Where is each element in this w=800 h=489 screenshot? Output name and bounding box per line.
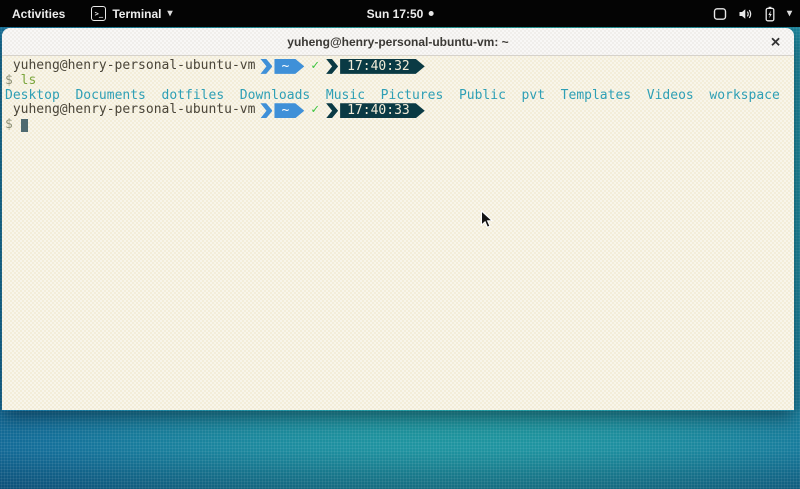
mouse-cursor-icon [480, 210, 494, 230]
command-line: $ ls [5, 74, 794, 89]
directory-name: Documents [75, 89, 145, 104]
directory-name: Pictures [381, 89, 444, 104]
directory-name: workspace [709, 89, 779, 104]
typed-command: ls [21, 74, 37, 89]
ls-output-line: Desktop Documents dotfiles Downloads Mus… [5, 89, 794, 104]
prompt-user-host: yuheng@henry-personal-ubuntu-vm [5, 59, 255, 74]
screen: Activities >_ Terminal ▾ Sun 17:50 [0, 0, 800, 489]
close-button[interactable]: ✕ [770, 35, 781, 48]
prompt-user-host: yuheng@henry-personal-ubuntu-vm [5, 103, 255, 118]
directory-name: Downloads [240, 89, 310, 104]
directory-name: pvt [522, 89, 545, 104]
window-title: yuheng@henry-personal-ubuntu-vm: ~ [287, 35, 508, 49]
powerline-arrow-icon [326, 103, 338, 118]
terminal-content[interactable]: yuheng@henry-personal-ubuntu-vm ~ ✓ 17:4… [2, 56, 794, 410]
app-menu[interactable]: >_ Terminal ▾ [87, 6, 176, 21]
chevron-down-icon: ▾ [787, 9, 792, 19]
terminal-window: yuheng@henry-personal-ubuntu-vm: ~ ✕ yuh… [2, 28, 794, 411]
top-bar-left: Activities >_ Terminal ▾ [8, 6, 177, 21]
shell-symbol: $ [5, 118, 13, 133]
directory-name: Public [459, 89, 506, 104]
display-icon [712, 6, 728, 22]
directory-name: Desktop [5, 89, 60, 104]
top-bar: Activities >_ Terminal ▾ Sun 17:50 [0, 0, 800, 27]
powerline-arrow-icon [260, 59, 272, 74]
prompt-time-segment: 17:40:32 [340, 59, 425, 74]
directory-name: Templates [561, 89, 631, 104]
directory-name: dotfiles [162, 89, 225, 104]
system-status-area[interactable]: ▾ [712, 6, 792, 22]
app-menu-label: Terminal [112, 7, 161, 21]
terminal-app-icon: >_ [91, 6, 106, 21]
shell-prompt-line: yuheng@henry-personal-ubuntu-vm ~ ✓ 17:4… [5, 103, 794, 118]
notification-dot-icon [428, 11, 433, 16]
clock-label: Sun 17:50 [367, 7, 424, 21]
chevron-down-icon: ▾ [167, 9, 172, 19]
volume-icon [737, 6, 753, 22]
activities-button[interactable]: Activities [8, 7, 69, 21]
clock-menu[interactable]: Sun 17:50 [367, 0, 434, 27]
prompt-cwd-segment: ~ [274, 103, 304, 118]
powerline-arrow-icon [260, 103, 272, 118]
directory-name: Music [326, 89, 365, 104]
prompt-status-check-icon: ✓ [311, 59, 319, 74]
directory-name: Videos [647, 89, 694, 104]
window-title-bar[interactable]: yuheng@henry-personal-ubuntu-vm: ~ ✕ [2, 28, 794, 56]
prompt-status-check-icon: ✓ [311, 103, 319, 118]
prompt-cwd-segment: ~ [274, 59, 304, 74]
battery-charging-icon [762, 6, 778, 22]
shell-symbol: $ [5, 74, 13, 89]
terminal-cursor [21, 119, 29, 132]
prompt-time-segment: 17:40:33 [340, 103, 425, 118]
current-input-line[interactable]: $ [5, 118, 794, 133]
shell-prompt-line: yuheng@henry-personal-ubuntu-vm ~ ✓ 17:4… [5, 59, 794, 74]
powerline-arrow-icon [326, 59, 338, 74]
